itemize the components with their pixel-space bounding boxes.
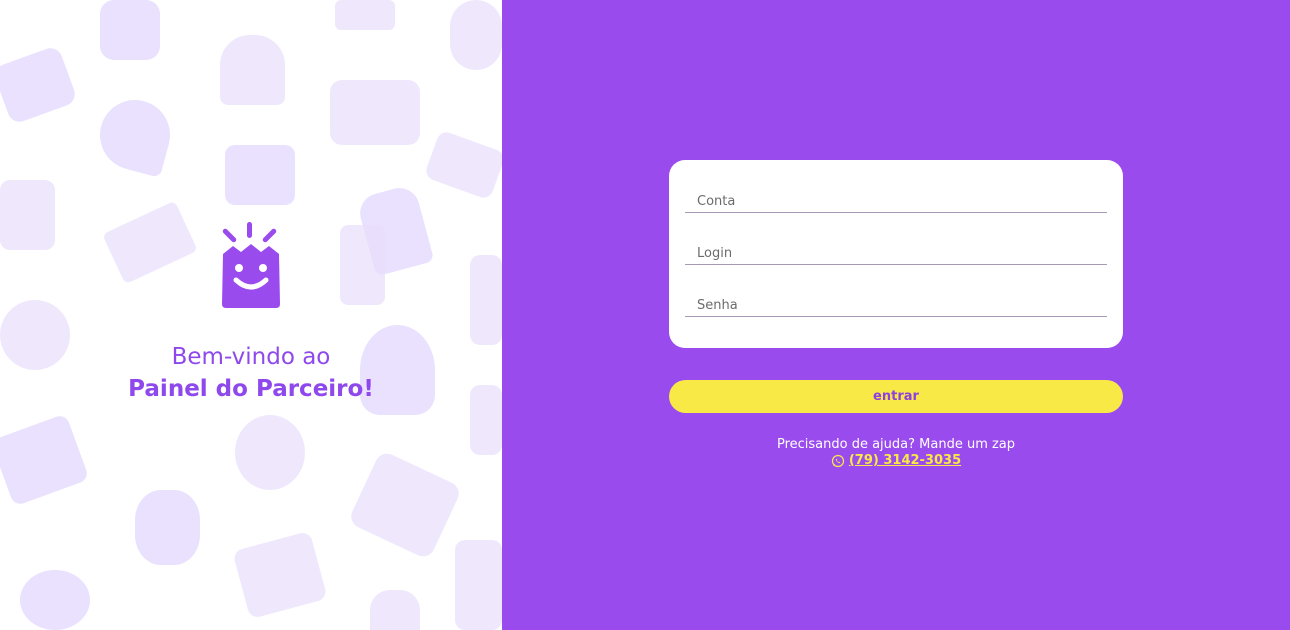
login-input[interactable] bbox=[685, 238, 1107, 264]
help-section: Precisando de ajuda? Mande um zap (79) 3… bbox=[669, 437, 1123, 472]
login-panel: entrar Precisando de ajuda? Mande um zap… bbox=[502, 0, 1290, 630]
login-card bbox=[669, 160, 1123, 348]
login-field bbox=[685, 238, 1107, 265]
password-field bbox=[685, 290, 1107, 317]
welcome-text: Bem-vindo ao bbox=[171, 344, 331, 370]
partner-panel-title: Painel do Parceiro! bbox=[128, 376, 374, 402]
help-text: Precisando de ajuda? Mande um zap bbox=[776, 437, 1016, 452]
phone-number: (79) 3142-3035 bbox=[848, 453, 962, 468]
whatsapp-phone-link[interactable]: (79) 3142-3035 bbox=[831, 453, 961, 469]
smiling-shopping-bag-logo bbox=[222, 222, 280, 308]
brand-block: Bem-vindo ao Painel do Parceiro! bbox=[0, 218, 502, 402]
password-input[interactable] bbox=[685, 290, 1107, 316]
account-input[interactable] bbox=[685, 186, 1107, 212]
enter-button[interactable]: entrar bbox=[669, 380, 1123, 413]
account-field bbox=[685, 186, 1107, 213]
whatsapp-icon bbox=[831, 454, 844, 468]
welcome-panel: Bem-vindo ao Painel do Parceiro! bbox=[0, 0, 502, 630]
